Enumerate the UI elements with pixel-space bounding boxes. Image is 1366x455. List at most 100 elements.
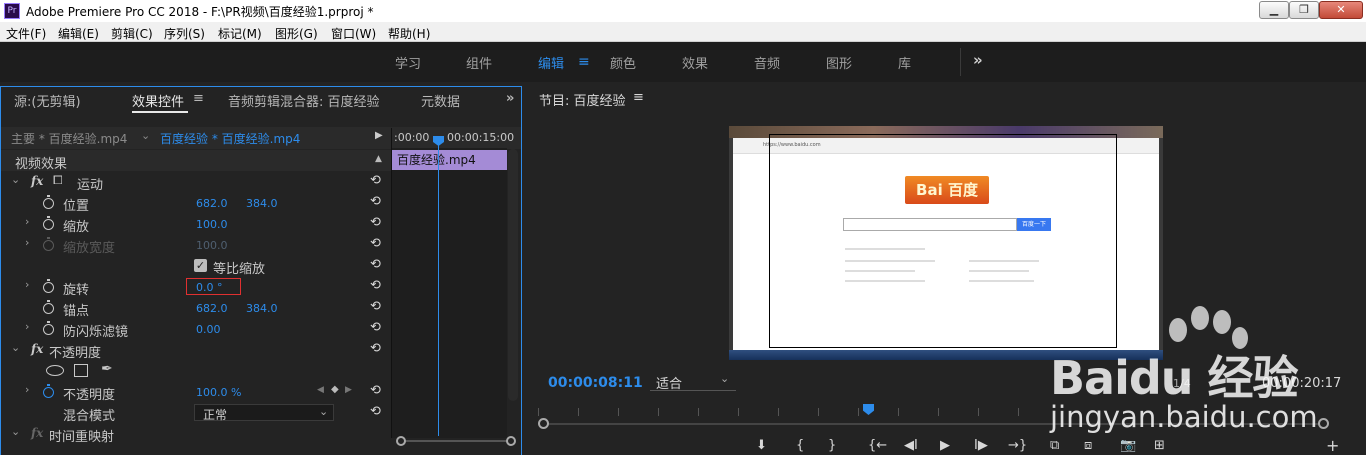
- maximize-button[interactable]: ❐: [1289, 1, 1319, 19]
- stopwatch-icon[interactable]: [43, 384, 54, 398]
- reset-icon[interactable]: ⟲: [370, 278, 381, 293]
- panel-overflow-icon[interactable]: »: [506, 91, 514, 106]
- collapse-up-icon[interactable]: ▲: [375, 154, 382, 164]
- reset-icon[interactable]: ⟲: [370, 236, 381, 251]
- stopwatch-icon[interactable]: [43, 279, 54, 293]
- menu-graphics[interactable]: 图形(G): [275, 25, 318, 42]
- workspace-audio[interactable]: 音频: [754, 53, 780, 72]
- time-ruler[interactable]: :00:00 00:00:15:00: [392, 128, 514, 148]
- motion-effect-row[interactable]: ⌄ fx ⧠ 运动 ⟲: [1, 171, 391, 193]
- chevron-down-icon[interactable]: ⌄: [141, 129, 150, 142]
- fit-select[interactable]: 适合 ⌄: [650, 372, 736, 392]
- effect-controls-timeline[interactable]: :00:00 00:00:15:00 百度经验.mp4: [391, 128, 514, 438]
- reset-icon[interactable]: ⟲: [370, 404, 381, 419]
- chevron-right-icon[interactable]: ›: [25, 215, 29, 228]
- lift-icon[interactable]: ⧉: [1050, 438, 1059, 453]
- workspace-libraries[interactable]: 库: [898, 53, 911, 72]
- time-remap-row[interactable]: ⌄ fx 时间重映射: [1, 423, 391, 445]
- transform-bounding-box[interactable]: [769, 134, 1117, 348]
- master-clip-label[interactable]: 主要 * 百度经验.mp4: [11, 130, 127, 147]
- reset-icon[interactable]: ⟲: [370, 257, 381, 272]
- tab-effect-controls[interactable]: 效果控件: [132, 91, 184, 110]
- vertical-scrollbar[interactable]: [508, 149, 518, 401]
- workspace-effects[interactable]: 效果: [682, 53, 708, 72]
- stopwatch-icon[interactable]: [43, 195, 54, 209]
- workspace-overflow-icon[interactable]: »: [973, 51, 983, 69]
- menu-marker[interactable]: 标记(M): [218, 25, 262, 42]
- tab-menu-icon[interactable]: ≡: [193, 91, 204, 106]
- chevron-right-icon[interactable]: ›: [25, 383, 29, 396]
- stopwatch-icon[interactable]: [43, 216, 54, 230]
- sequence-clip-label[interactable]: 百度经验 * 百度经验.mp4: [160, 130, 300, 147]
- tab-source[interactable]: 源:(无剪辑): [14, 91, 81, 110]
- workspace-assembly[interactable]: 组件: [466, 53, 492, 72]
- fx-icon[interactable]: fx: [31, 342, 43, 356]
- prev-keyframe-icon[interactable]: ◀: [317, 385, 324, 395]
- export-frame-icon[interactable]: 📷: [1120, 438, 1136, 453]
- scroll-start-handle[interactable]: [538, 418, 549, 429]
- chevron-right-icon[interactable]: ›: [25, 320, 29, 333]
- monitor-zoom-scrollbar[interactable]: [538, 418, 1338, 430]
- close-button[interactable]: ✕: [1319, 1, 1363, 19]
- monitor-time-ruler[interactable]: [538, 404, 1338, 418]
- scroll-start-handle[interactable]: [396, 436, 406, 446]
- menu-file[interactable]: 文件(F): [6, 25, 46, 42]
- tab-metadata[interactable]: 元数据: [421, 91, 460, 110]
- timeline-zoom-scrollbar[interactable]: [396, 436, 516, 446]
- reset-icon[interactable]: ⟲: [370, 299, 381, 314]
- playhead-line[interactable]: [438, 136, 439, 436]
- opacity-effect-row[interactable]: ⌄ fx 不透明度 ⟲: [1, 339, 391, 361]
- chevron-down-icon[interactable]: ⌄: [11, 173, 20, 186]
- ellipse-mask-icon[interactable]: [46, 365, 64, 376]
- reset-icon[interactable]: ⟲: [370, 341, 381, 356]
- rotation-value[interactable]: 0.0 °: [196, 281, 223, 294]
- menu-help[interactable]: 帮助(H): [388, 25, 430, 42]
- scroll-end-handle[interactable]: [1318, 418, 1329, 429]
- anti-flicker-value[interactable]: 0.00: [196, 323, 221, 336]
- add-marker-icon[interactable]: ⬇: [756, 438, 767, 453]
- reset-icon[interactable]: ⟲: [370, 173, 381, 188]
- workspace-color[interactable]: 颜色: [610, 53, 636, 72]
- workspace-graphics[interactable]: 图形: [826, 53, 852, 72]
- reset-icon[interactable]: ⟲: [370, 215, 381, 230]
- position-x-value[interactable]: 682.0: [196, 197, 228, 210]
- panel-menu-icon[interactable]: ≡: [633, 90, 644, 105]
- scale-value[interactable]: 100.0: [196, 218, 228, 231]
- menu-clip[interactable]: 剪辑(C): [111, 25, 153, 42]
- chevron-down-icon[interactable]: ⌄: [11, 341, 20, 354]
- reset-icon[interactable]: ⟲: [370, 194, 381, 209]
- workspace-learn[interactable]: 学习: [395, 53, 421, 72]
- video-preview[interactable]: https://www.baidu.com Bai 百度 百度一下: [729, 126, 1163, 360]
- uniform-scale-checkbox[interactable]: ✓: [194, 259, 207, 272]
- stopwatch-icon[interactable]: [43, 300, 54, 314]
- next-keyframe-icon[interactable]: ▶: [345, 385, 352, 395]
- play-icon[interactable]: ▶: [940, 438, 950, 453]
- step-forward-icon[interactable]: I▶: [974, 438, 988, 453]
- pen-mask-icon[interactable]: ✒: [101, 361, 113, 377]
- go-to-out-icon[interactable]: →}: [1008, 438, 1027, 453]
- rectangle-mask-icon[interactable]: [74, 364, 88, 377]
- position-y-value[interactable]: 384.0: [246, 197, 278, 210]
- minimize-button[interactable]: ▁: [1259, 1, 1289, 19]
- stopwatch-icon[interactable]: [43, 321, 54, 335]
- go-to-in-icon[interactable]: {←: [868, 438, 887, 453]
- chevron-down-icon[interactable]: ⌄: [11, 425, 20, 438]
- menu-edit[interactable]: 编辑(E): [58, 25, 99, 42]
- mark-out-icon[interactable]: }: [828, 438, 836, 453]
- chevron-right-icon[interactable]: ›: [25, 278, 29, 291]
- current-timecode[interactable]: 00:00:08:11: [548, 375, 643, 391]
- reset-icon[interactable]: ⟲: [370, 320, 381, 335]
- anchor-y-value[interactable]: 384.0: [246, 302, 278, 315]
- workspace-menu-icon[interactable]: ≡: [578, 54, 590, 70]
- anchor-x-value[interactable]: 682.0: [196, 302, 228, 315]
- play-only-clip-icon[interactable]: ▶: [375, 130, 383, 141]
- menu-window[interactable]: 窗口(W): [331, 25, 376, 42]
- extract-icon[interactable]: ⧈: [1084, 438, 1092, 453]
- workspace-editing[interactable]: 编辑: [538, 53, 564, 72]
- menu-sequence[interactable]: 序列(S): [164, 25, 205, 42]
- opacity-value[interactable]: 100.0 %: [196, 386, 241, 399]
- clip-bar[interactable]: 百度经验.mp4: [392, 150, 507, 170]
- comparison-view-icon[interactable]: ⊞: [1154, 438, 1165, 453]
- blend-mode-select[interactable]: 正常 ⌄: [194, 404, 334, 422]
- button-editor-icon[interactable]: +: [1326, 436, 1339, 455]
